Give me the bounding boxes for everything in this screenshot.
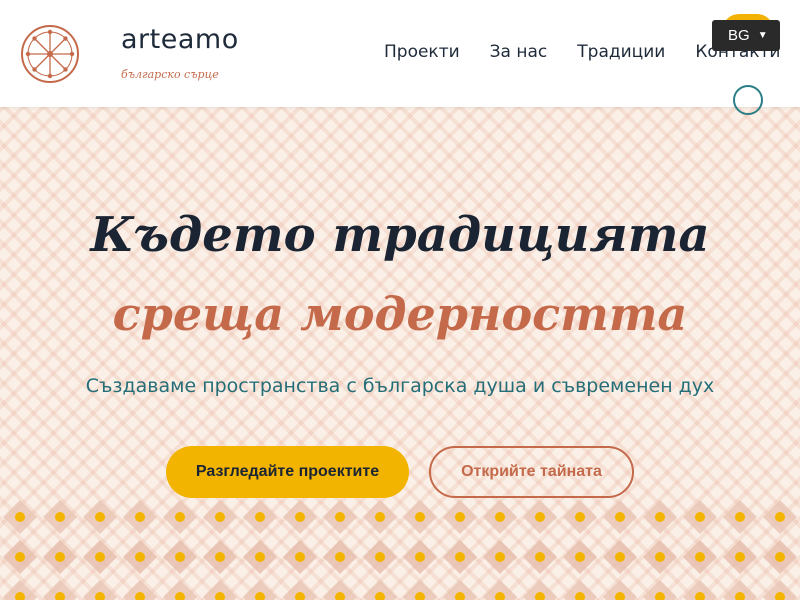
site-header: arteamo българско сърце Проекти За нас Т… — [0, 0, 800, 115]
view-projects-button[interactable]: Разгледайте проектите — [166, 446, 409, 498]
logo-wheel-icon[interactable] — [20, 24, 80, 84]
folk-pattern-band — [3, 500, 797, 600]
language-select[interactable]: BG ▼ — [712, 20, 780, 51]
menu-toggle-button[interactable] — [733, 85, 763, 115]
hero-title-line1: Където традицията — [90, 207, 710, 263]
language-select-value: BG — [728, 27, 750, 44]
discover-secret-button[interactable]: Открийте тайната — [429, 446, 634, 498]
chevron-down-icon: ▼ — [757, 30, 768, 41]
brand-name[interactable]: arteamo — [121, 24, 239, 55]
nav-item-traditions[interactable]: Традиции — [577, 42, 665, 62]
hero-title-line2: среща модерността — [112, 287, 688, 341]
nav-item-about[interactable]: За нас — [490, 42, 548, 62]
hero-section: Където традицията среща модерността Създ… — [0, 107, 800, 600]
brand-tagline: българско сърце — [121, 68, 219, 81]
hero-subtitle: Създаваме пространства с българска душа … — [85, 375, 715, 397]
nav-item-projects[interactable]: Проекти — [384, 42, 460, 62]
